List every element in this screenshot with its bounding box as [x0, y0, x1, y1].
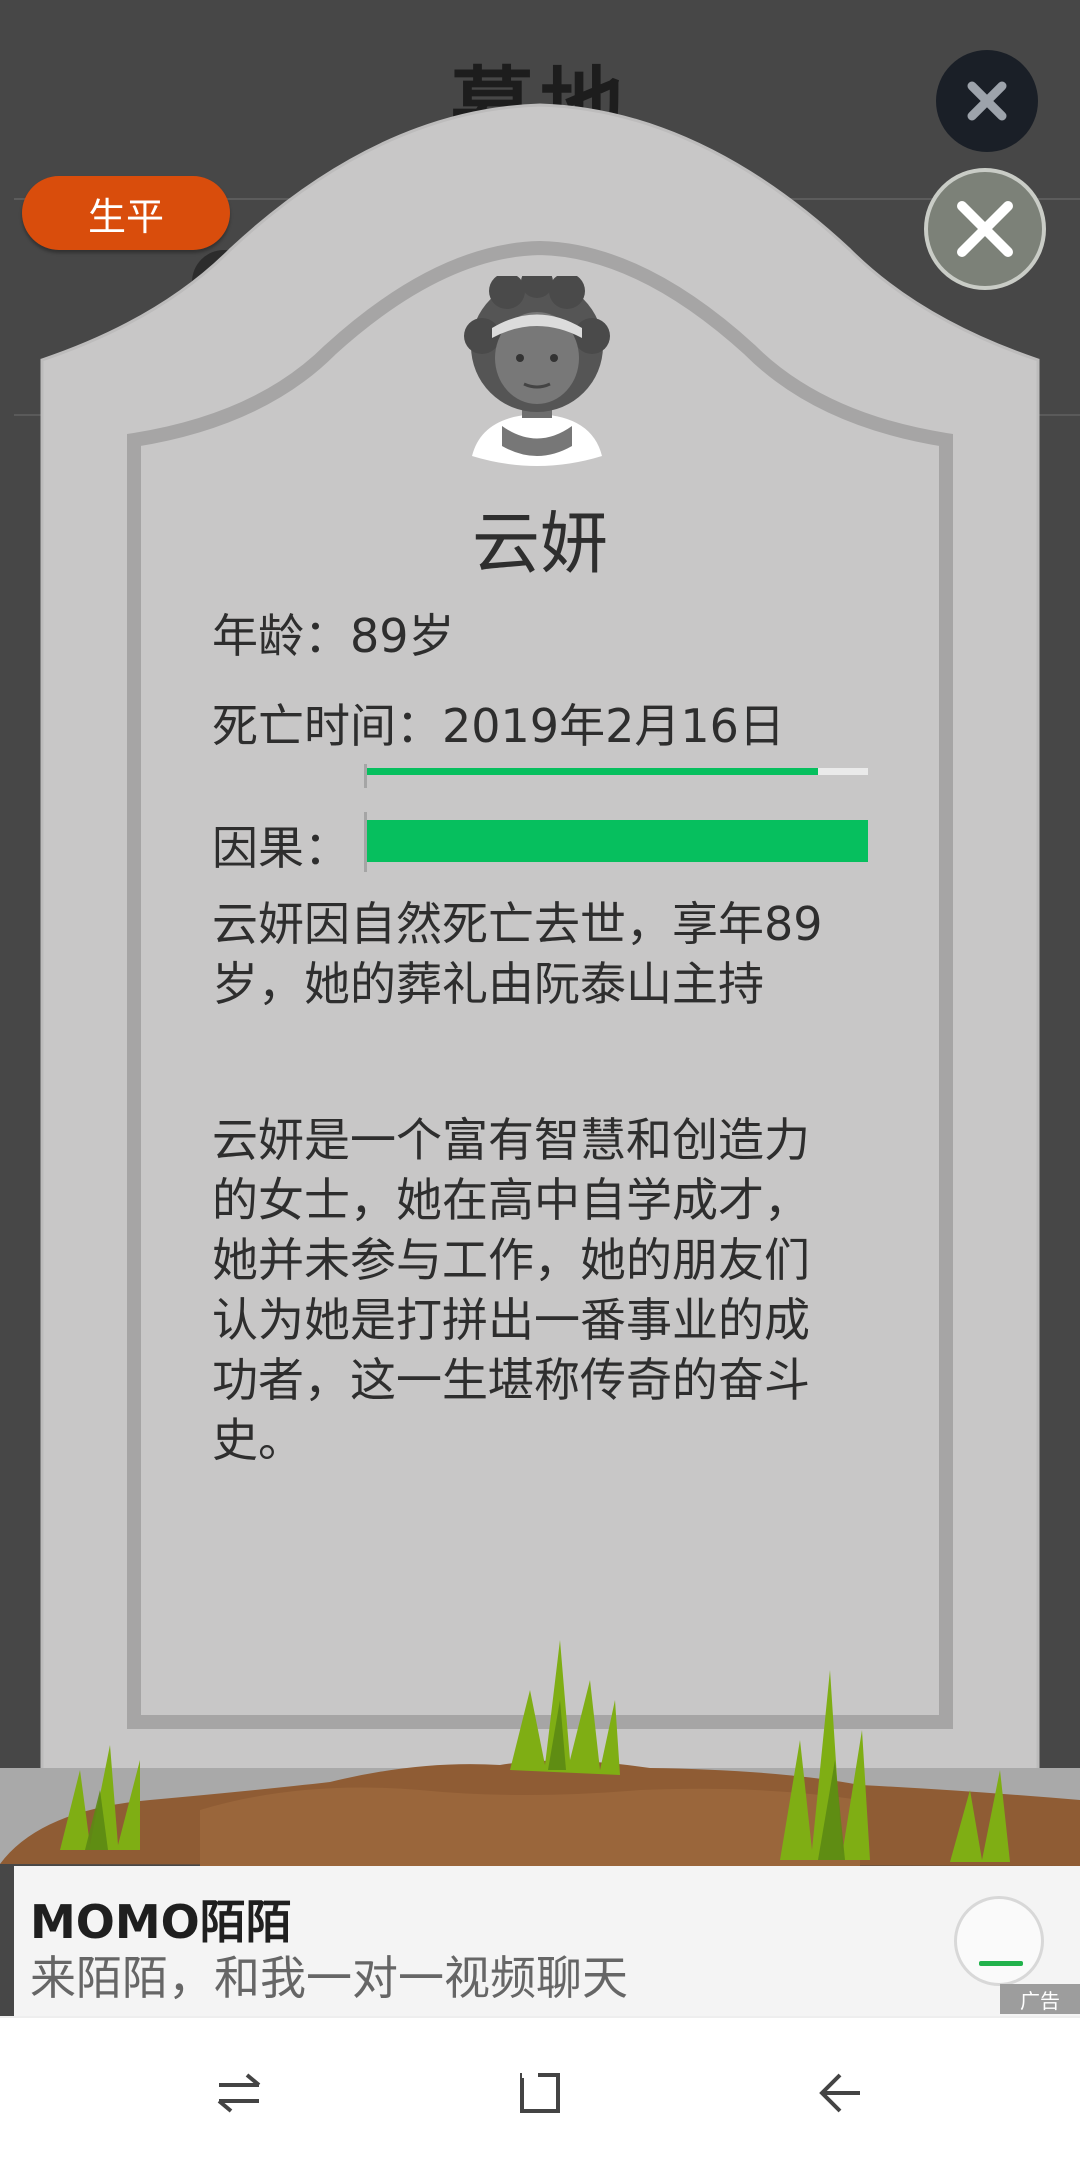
hidden-progress-bar: [364, 768, 868, 775]
elder-woman-avatar: [464, 276, 610, 466]
person-name: 云妍: [471, 505, 608, 584]
ad-action-button[interactable]: [954, 1896, 1044, 1986]
navigation-bar: [0, 2016, 1080, 2160]
hidden-progress-fill: [364, 768, 818, 775]
ad-subtitle: 来陌陌，和我一对一视频聊天: [30, 1951, 628, 2005]
nav-home-button[interactable]: [495, 2048, 585, 2138]
ad-tag: 广告: [1000, 1984, 1080, 2014]
nav-switch-button[interactable]: [194, 2048, 284, 2138]
karma-label: 因果：: [212, 821, 350, 875]
back-icon: [819, 2073, 860, 2113]
death-date-text: 死亡时间：2019年2月16日: [212, 699, 785, 753]
close-icon: [957, 201, 1013, 257]
age-text: 年龄：89岁: [212, 609, 455, 663]
home-icon: [520, 2072, 560, 2113]
bar-tick-top: [364, 764, 367, 788]
bar-tick-bottom: [364, 812, 367, 872]
karma-progress-fill: [364, 820, 868, 862]
biography-tag[interactable]: 生平: [22, 176, 230, 250]
ad-banner[interactable]: MOMO陌陌 来陌陌，和我一对一视频聊天: [14, 1866, 1080, 2016]
nav-back-button[interactable]: [795, 2048, 885, 2138]
life-story: 云妍是一个富有智慧和创造力的女士，她在高中自学成才，她并未参与工作，她的朋友们认…: [212, 1113, 810, 1467]
switch-icon: [217, 2073, 261, 2113]
minus-icon: [979, 1961, 1023, 1966]
karma-progress-bar: [364, 820, 868, 862]
death-summary: 云妍因自然死亡去世，享年89岁，她的葬礼由阮泰山主持: [212, 897, 823, 1011]
close-button[interactable]: [924, 168, 1046, 290]
